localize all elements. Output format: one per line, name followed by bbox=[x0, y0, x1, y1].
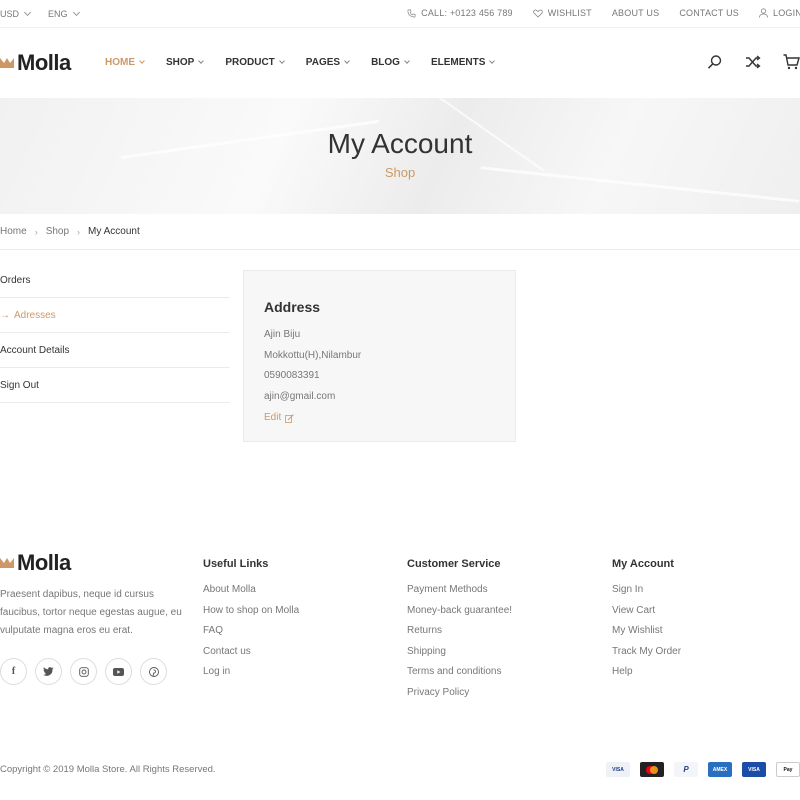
social-icons: f bbox=[0, 658, 167, 685]
footer-link[interactable]: Privacy Policy bbox=[407, 683, 512, 704]
edit-address-link[interactable]: Edit bbox=[264, 408, 295, 428]
user-icon bbox=[759, 8, 768, 18]
search-icon[interactable] bbox=[706, 53, 724, 71]
contact-link[interactable]: CONTACT US bbox=[679, 8, 739, 18]
footer-logo[interactable]: Molla bbox=[0, 550, 71, 576]
language-select[interactable]: ENG bbox=[48, 8, 80, 19]
breadcrumb-current: My Account bbox=[88, 226, 140, 237]
chevron-down-icon bbox=[23, 8, 32, 17]
footer-link[interactable]: Sign In bbox=[612, 580, 681, 601]
chevron-right-icon: › bbox=[77, 226, 81, 237]
facebook-icon[interactable]: f bbox=[0, 658, 27, 685]
login-link[interactable]: LOGIN bbox=[759, 8, 800, 18]
wishlist-link[interactable]: WISHLIST bbox=[532, 8, 592, 18]
chevron-down-icon bbox=[139, 58, 145, 64]
chevron-down-icon bbox=[278, 58, 285, 64]
account-menu-account-details[interactable]: Account Details bbox=[0, 333, 230, 368]
payment-methods: VISA P AMEX VISA Pay bbox=[606, 762, 800, 777]
shuffle-icon[interactable] bbox=[744, 53, 762, 71]
footer-link[interactable]: Track My Order bbox=[612, 642, 681, 663]
footer-link[interactable]: FAQ bbox=[203, 621, 299, 642]
breadcrumb-home[interactable]: Home bbox=[0, 226, 27, 237]
top-bar: USD ENG CALL: +0123 456 789 WISHLIST ABO… bbox=[0, 0, 800, 28]
footer-link[interactable]: Shipping bbox=[407, 642, 512, 663]
address-email: ajin@gmail.com bbox=[264, 390, 336, 402]
main-header: Molla HOME SHOP PRODUCT PAGES BLOG ELEME… bbox=[0, 28, 800, 98]
nav-shop[interactable]: SHOP bbox=[166, 57, 205, 68]
account-menu-sign-out[interactable]: Sign Out bbox=[0, 368, 230, 403]
footer-my-account: My Account Sign In View Cart My Wishlist… bbox=[612, 552, 681, 683]
arrow-right-icon: → bbox=[0, 309, 10, 321]
chevron-down-icon bbox=[198, 58, 205, 64]
mastercard-icon bbox=[640, 762, 664, 777]
breadcrumb-shop[interactable]: Shop bbox=[46, 226, 69, 237]
footer-useful-links: Useful Links About Molla How to shop on … bbox=[203, 552, 299, 683]
footer-link[interactable]: Returns bbox=[407, 621, 512, 642]
footer-heading: My Account bbox=[612, 558, 674, 570]
footer-link[interactable]: About Molla bbox=[203, 580, 299, 601]
heart-icon bbox=[532, 9, 543, 18]
footer-heading: Useful Links bbox=[203, 558, 269, 570]
paypal-icon: P bbox=[674, 762, 698, 777]
page-header-banner: My Account Shop bbox=[0, 98, 800, 214]
currency-select[interactable]: USD bbox=[0, 8, 32, 19]
breadcrumb: Home › Shop › My Account bbox=[0, 214, 800, 250]
pinterest-icon[interactable] bbox=[140, 658, 167, 685]
footer-link[interactable]: Payment Methods bbox=[407, 580, 512, 601]
nav-product[interactable]: PRODUCT bbox=[225, 57, 285, 68]
logo[interactable]: Molla bbox=[0, 50, 71, 76]
footer-link[interactable]: Help bbox=[612, 662, 681, 683]
chevron-right-icon: › bbox=[34, 226, 38, 237]
copyright-text: Copyright © 2019 Molla Store. All Rights… bbox=[0, 764, 216, 775]
chevron-down-icon bbox=[72, 8, 80, 17]
footer-link[interactable]: Money-back guarantee! bbox=[407, 601, 512, 622]
footer-link[interactable]: Terms and conditions bbox=[407, 662, 512, 683]
footer-customer-service: Customer Service Payment Methods Money-b… bbox=[407, 552, 512, 704]
chevron-down-icon bbox=[344, 58, 350, 64]
crown-logo-icon bbox=[0, 558, 14, 568]
footer-link[interactable]: How to shop on Molla bbox=[203, 601, 299, 622]
footer-link[interactable]: My Wishlist bbox=[612, 621, 681, 642]
edit-icon bbox=[285, 413, 295, 423]
instagram-icon[interactable] bbox=[70, 658, 97, 685]
account-menu-addresses[interactable]: → Adresses bbox=[0, 298, 230, 333]
twitter-icon[interactable] bbox=[35, 658, 62, 685]
footer-link[interactable]: Log in bbox=[203, 662, 299, 683]
footer-heading: Customer Service bbox=[407, 558, 501, 570]
visa-card-icon: VISA bbox=[606, 762, 630, 777]
youtube-icon[interactable] bbox=[105, 658, 132, 685]
chevron-down-icon bbox=[404, 58, 410, 64]
address-street: Mokkottu(H),Nilambur bbox=[264, 349, 362, 361]
main-nav: HOME SHOP PRODUCT PAGES BLOG ELEMENTS bbox=[105, 57, 496, 68]
nav-pages[interactable]: PAGES bbox=[306, 57, 350, 68]
amex-card-icon: AMEX bbox=[708, 762, 732, 777]
visa-card-icon: VISA bbox=[742, 762, 766, 777]
nav-elements[interactable]: ELEMENTS bbox=[431, 57, 496, 68]
address-card: Address Ajin Biju Mokkottu(H),Nilambur 0… bbox=[243, 270, 516, 442]
address-heading: Address bbox=[264, 299, 321, 315]
footer-description: Praesent dapibus, neque id cursus faucib… bbox=[0, 589, 182, 636]
phone-icon bbox=[407, 9, 416, 17]
nav-blog[interactable]: BLOG bbox=[371, 57, 410, 68]
page-subtitle: Shop bbox=[384, 165, 416, 180]
address-name: Ajin Biju bbox=[264, 329, 301, 340]
about-link[interactable]: ABOUT US bbox=[612, 8, 659, 18]
footer-link[interactable]: Contact us bbox=[203, 642, 299, 663]
cart-icon[interactable] bbox=[782, 53, 800, 71]
call-link[interactable]: CALL: +0123 456 789 bbox=[407, 8, 513, 18]
footer-link[interactable]: View Cart bbox=[612, 601, 681, 622]
apple-pay-icon: Pay bbox=[776, 762, 800, 777]
account-menu: Orders → Adresses Account Details Sign Ou… bbox=[0, 263, 230, 403]
crown-logo-icon bbox=[0, 58, 14, 68]
account-menu-orders[interactable]: Orders bbox=[0, 263, 230, 298]
page-title: My Account bbox=[327, 128, 473, 159]
nav-home[interactable]: HOME bbox=[105, 57, 145, 68]
address-phone: 0590083391 bbox=[264, 370, 320, 381]
chevron-down-icon bbox=[489, 58, 496, 64]
